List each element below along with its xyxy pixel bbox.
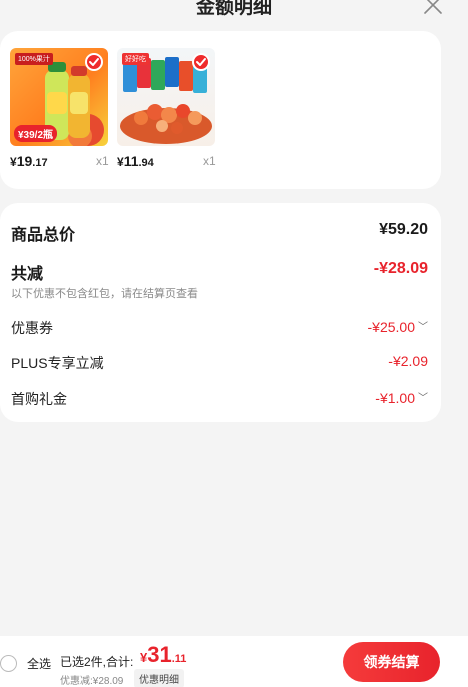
discount-detail-link[interactable]: 优惠明细 [134,669,184,687]
sheet-header: 金额明细 [0,0,468,30]
check-icon[interactable] [85,53,103,71]
price-currency: ¥ [10,155,17,169]
check-icon[interactable] [192,53,210,71]
product-image[interactable]: 100%果汁 ¥39/2瓶 [10,48,108,146]
product-price: ¥19.17 [10,153,48,169]
checkout-bar: 全选 已选2件,合计: ¥31.11 优惠减:¥28.09 优惠明细 领券结算 [0,636,468,687]
price-row: ¥11.94 x1 [117,153,217,173]
price-decimal: .94 [138,157,154,169]
discount-row-plus: PLUS专享立减 -¥2.09 [11,353,428,373]
discount-note: 优惠减:¥28.09 [60,676,124,687]
price-integer: 11 [123,153,139,169]
coupon-value[interactable]: -¥25.00 ﹀ [368,318,428,335]
total-amount: ¥31.11 [140,642,186,668]
product-quantity: x1 [96,154,109,168]
first-purchase-value[interactable]: -¥1.00 ﹀ [375,389,428,406]
chevron-down-icon[interactable]: ﹀ [418,318,428,333]
coupon-amount: -¥25.00 [367,319,415,335]
selected-summary: 已选2件,合计: [60,655,134,669]
products-card: 100%果汁 ¥39/2瓶 ¥19.17 x1 好好吃 ¥11.94 x1 [0,31,441,189]
total-label: 商品总价 [11,227,76,244]
total-integer: 31 [147,642,172,667]
brand-tag: 好好吃 [122,53,149,65]
reduction-note: 以下优惠不包含红包，请在结算页查看 [11,288,198,300]
total-value: ¥59.20 [379,221,428,238]
plus-label: PLUS专享立减 [11,355,104,371]
product-image[interactable]: 好好吃 [117,48,215,146]
close-icon[interactable] [422,0,444,16]
product-item[interactable]: 100%果汁 ¥39/2瓶 ¥19.17 x1 [10,48,110,173]
product-quantity: x1 [203,154,216,168]
reduction-value: -¥28.09 [373,260,428,277]
price-currency: ¥ [117,155,124,169]
promo-tag: ¥39/2瓶 [14,125,58,142]
discount-row-first-purchase[interactable]: 首购礼金 -¥1.00 ﹀ [11,389,428,409]
price-decimal: .17 [32,157,48,169]
reduction-label: 共减 [11,266,44,283]
select-all-label[interactable]: 全选 [27,655,51,672]
summary-card: 商品总价 ¥59.20 共减 -¥28.09 以下优惠不包含红包，请在结算页查看… [0,203,441,422]
chevron-down-icon[interactable]: ﹀ [418,389,428,404]
brand-tag: 100%果汁 [15,53,53,65]
plus-value: -¥2.09 [388,353,428,369]
total-row: 商品总价 ¥59.20 [11,221,428,244]
total-decimal: .11 [171,653,187,665]
price-row: ¥19.17 x1 [10,153,110,173]
first-purchase-label: 首购礼金 [11,391,67,407]
price-integer: 19 [16,153,33,169]
product-price: ¥11.94 [117,153,154,169]
coupon-label: 优惠券 [11,320,53,336]
product-item[interactable]: 好好吃 ¥11.94 x1 [117,48,217,173]
sheet-title: 金额明细 [195,0,272,18]
discount-row-coupon[interactable]: 优惠券 -¥25.00 ﹀ [11,318,428,338]
reduction-row: 共减 -¥28.09 [11,260,428,283]
checkout-button[interactable]: 领券结算 [343,642,440,682]
first-purchase-amount: -¥1.00 [375,390,415,406]
select-all-radio[interactable] [0,655,17,672]
